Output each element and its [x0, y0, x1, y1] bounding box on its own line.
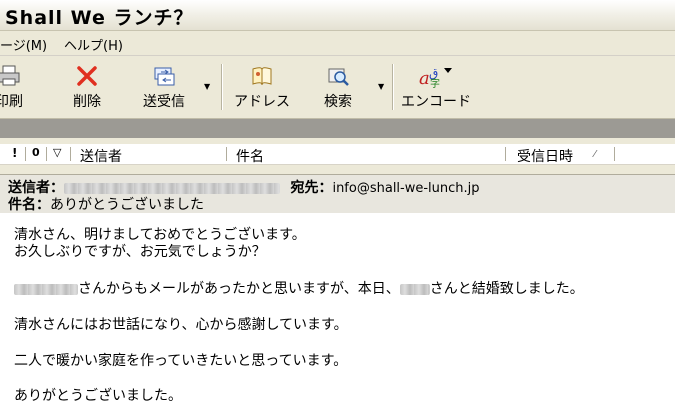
message-header: 送信者： 宛先：info@shall-we-lunch.jp 件名：ありがとうご…	[0, 174, 675, 214]
window-title: Shall We ランチ？	[5, 7, 194, 29]
subject-value: ありがとうございました	[50, 197, 204, 213]
send-receive-button[interactable]: 送受信	[136, 56, 192, 116]
toolbar-separator	[392, 64, 394, 110]
title-bar: Shall We ランチ？	[0, 0, 675, 31]
body-line: お久しぶりですが、お元気でしょうか？	[14, 244, 266, 260]
attachment-column-icon[interactable]: 0	[32, 146, 40, 159]
print-label: 印刷	[0, 94, 23, 110]
subject-row: 件名：ありがとうございました	[8, 194, 204, 214]
priority-column-icon[interactable]: !	[12, 146, 17, 160]
send-receive-dropdown-icon[interactable]: ▼	[204, 82, 210, 91]
printer-icon	[0, 64, 21, 88]
send-receive-icon	[152, 64, 176, 88]
body-line: 二人で暖かい家庭を作っていきたいと思っています。	[14, 353, 348, 369]
message-body[interactable]: 清水さん、明けましておめでとうございます。 お久しぶりですが、お元気でしょうか？…	[0, 213, 675, 411]
address-book-label: アドレス	[234, 94, 290, 110]
to-label: 宛先：	[290, 180, 333, 196]
flag-column-icon[interactable]: ▽	[53, 146, 61, 159]
to-address: info@shall-we-lunch.jp	[332, 181, 480, 196]
search-icon	[326, 64, 350, 88]
delete-button[interactable]: 削除	[64, 56, 110, 116]
encoding-label: エンコード	[401, 94, 471, 110]
menu-message[interactable]: ージ(M)	[0, 35, 47, 54]
delete-x-icon	[75, 64, 99, 88]
sender-column-header[interactable]: 送信者	[80, 146, 122, 166]
body-line: 清水さん、明けましておめでとうございます。	[14, 227, 306, 243]
send-receive-label: 送受信	[143, 94, 185, 110]
body-line: 清水さんにはお世話になり、心から感謝しています。	[14, 317, 348, 333]
encoding-icon: a ق 字	[418, 64, 454, 88]
received-column-header[interactable]: 受信日時	[517, 146, 573, 166]
redacted-name	[14, 283, 78, 295]
svg-text:ق: ق	[429, 66, 438, 80]
menu-bar: ージ(M) ヘルプ(H)	[0, 31, 675, 56]
toolbar: 印刷 削除 送受信 ▼ アドレス 検索 ▼ a ق 字 エンコード	[0, 56, 675, 119]
svg-text:字: 字	[430, 77, 440, 88]
search-dropdown-icon[interactable]: ▼	[378, 82, 384, 91]
subject-column-header[interactable]: 件名	[236, 146, 264, 166]
sort-indicator-icon: ⁄	[594, 149, 596, 160]
redacted-name	[399, 283, 430, 295]
toolbar-bottom-strip	[0, 119, 675, 138]
address-book-icon	[250, 64, 274, 88]
address-book-button[interactable]: アドレス	[232, 56, 292, 116]
toolbar-separator	[221, 64, 223, 110]
menu-help[interactable]: ヘルプ(H)	[64, 35, 123, 54]
message-list-header: ! 0 ▽ 送信者 件名 受信日時 ⁄	[0, 144, 675, 165]
body-line: さんからもメールがあったかと思いますが、本日、 さんと結婚致しました。	[14, 281, 584, 298]
search-button[interactable]: 検索	[316, 56, 360, 116]
body-line: ありがとうございました。	[14, 388, 182, 404]
print-button[interactable]: 印刷	[0, 56, 32, 116]
redacted-sender-address	[64, 182, 280, 194]
search-label: 検索	[324, 94, 352, 110]
delete-label: 削除	[73, 94, 101, 110]
subject-label: 件名：	[8, 197, 50, 213]
encoding-button[interactable]: a ق 字 エンコード	[400, 56, 472, 116]
